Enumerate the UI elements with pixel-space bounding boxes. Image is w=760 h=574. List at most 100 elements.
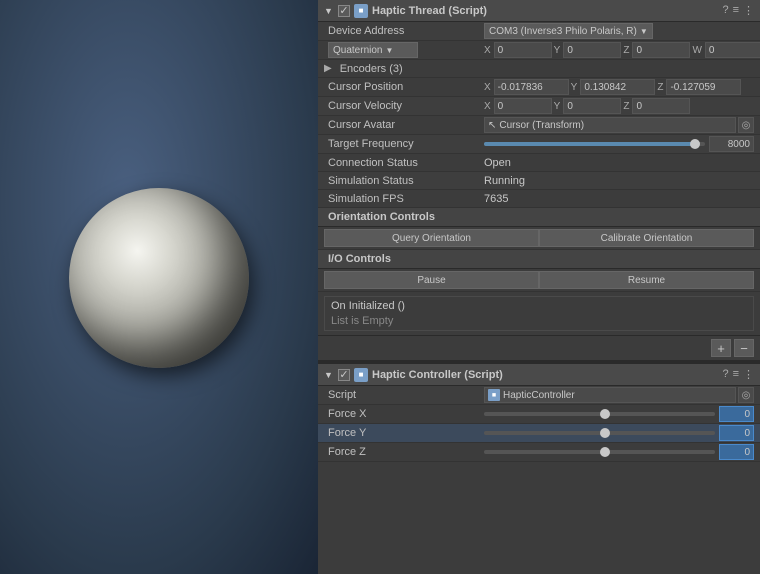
cursor-position-label: Cursor Position [324,81,484,93]
target-frequency-slider [484,136,754,152]
haptic-controller-header[interactable]: ▼ ✓ ■ Haptic Controller (Script) ? ≡ ⋮ [318,364,760,386]
script-object-field[interactable]: ■ HapticController [484,387,736,403]
cursor-avatar-label: Cursor Avatar [324,119,484,131]
list-empty-text: List is Empty [331,315,747,327]
inspector-panel: ▼ ✓ ■ Haptic Thread (Script) ? ≡ ⋮ Devic… [318,0,760,574]
cursor-position-xyz-group: X Y Z [484,79,741,95]
connection-status-value-area: Open [484,157,754,169]
resume-button[interactable]: Resume [539,271,754,289]
simulation-fps-label: Simulation FPS [324,193,484,205]
quaternion-xyzw-group: X Y Z W [484,42,760,58]
controller-script-icon: ■ [354,368,368,382]
target-frequency-label: Target Frequency [324,138,484,150]
device-address-value-area: COM3 (Inverse3 Philo Polaris, R) ▼ [484,23,754,39]
controller-settings-icon[interactable]: ≡ [733,368,739,381]
query-orientation-button[interactable]: Query Orientation [324,229,539,247]
help-icon[interactable]: ? [722,4,728,17]
force-x-track[interactable] [484,412,715,416]
pause-button[interactable]: Pause [324,271,539,289]
force-x-field[interactable] [719,406,754,422]
force-x-row: Force X [318,405,760,424]
force-x-value-area [484,406,754,422]
cursor-velocity-row: Cursor Velocity X Y Z [318,97,760,116]
cursor-velocity-y-field[interactable] [563,98,621,114]
force-z-track[interactable] [484,450,715,454]
device-address-dropdown[interactable]: COM3 (Inverse3 Philo Polaris, R) ▼ [484,23,653,39]
quaternion-y-field[interactable] [563,42,621,58]
settings-icon[interactable]: ≡ [733,4,739,17]
force-z-field[interactable] [719,444,754,460]
quaternion-w-field[interactable] [705,42,760,58]
component-title: Haptic Thread (Script) [372,5,718,17]
connection-status-value: Open [484,157,511,169]
cursor-avatar-row: Cursor Avatar ↖ Cursor (Transform) ◎ [318,116,760,135]
frequency-slider-thumb[interactable] [690,139,700,149]
orientation-controls-label: Orientation Controls [328,211,435,223]
device-address-text: COM3 (Inverse3 Philo Polaris, R) [489,26,637,37]
event-controls: + − [318,335,760,360]
force-x-thumb[interactable] [600,409,610,419]
controller-icons: ? ≡ ⋮ [722,368,754,381]
quaternion-text: Quaternion [333,45,382,56]
connection-status-label: Connection Status [324,157,484,169]
force-x-label: Force X [324,408,484,420]
quaternion-dropdown[interactable]: Quaternion ▼ [328,42,418,58]
add-event-button[interactable]: + [711,339,731,357]
quaternion-x-field[interactable] [494,42,552,58]
quaternion-z-field[interactable] [632,42,690,58]
script-target-button[interactable]: ◎ [738,387,754,403]
cursor-position-x-field[interactable] [494,79,569,95]
cursor-avatar-field[interactable]: ↖ Cursor (Transform) [484,117,736,133]
cursor-avatar-text: Cursor (Transform) [499,120,584,131]
cursor-target-button[interactable]: ◎ [738,117,754,133]
script-icon: ■ [354,4,368,18]
simulation-fps-value: 7635 [484,193,508,205]
cv-y-label: Y [554,101,561,112]
on-initialized-title: On Initialized () [331,300,747,312]
remove-event-button[interactable]: − [734,339,754,357]
cursor-velocity-label: Cursor Velocity [324,100,484,112]
haptic-thread-header[interactable]: ▼ ✓ ■ Haptic Thread (Script) ? ≡ ⋮ [318,0,760,22]
frequency-slider-track[interactable] [484,142,705,146]
force-y-field[interactable] [719,425,754,441]
encoders-label: Encoders (3) [336,63,403,75]
cursor-velocity-z-field[interactable] [632,98,690,114]
force-y-slider [484,425,754,441]
script-label: Script [324,389,484,401]
cursor-position-y-field[interactable] [580,79,655,95]
script-object-icon: ■ [488,389,500,401]
cursor-position-z-field[interactable] [666,79,741,95]
force-z-label: Force Z [324,446,484,458]
quaternion-label: Quaternion ▼ [324,42,484,58]
cursor-icon: ↖ [488,120,496,131]
y-label: Y [554,45,561,56]
encoders-arrow-icon: ▶ [324,63,332,74]
controller-more-icon[interactable]: ⋮ [743,368,754,381]
script-value-area: ■ HapticController ◎ [484,387,754,403]
encoders-row: ▶ Encoders (3) [318,60,760,78]
connection-status-row: Connection Status Open [318,154,760,172]
cp-y-label: Y [571,82,578,93]
cv-x-label: X [484,101,491,112]
w-label: W [692,45,701,56]
target-frequency-field[interactable] [709,136,754,152]
more-icon[interactable]: ⋮ [743,4,754,17]
target-frequency-value-area [484,136,754,152]
force-z-thumb[interactable] [600,447,610,457]
simulation-status-value: Running [484,175,525,187]
cursor-velocity-x-field[interactable] [494,98,552,114]
3d-sphere [69,188,249,368]
force-y-thumb[interactable] [600,428,610,438]
controller-help-icon[interactable]: ? [722,368,728,381]
io-buttons-row: Pause Resume [318,269,760,292]
viewport [0,0,318,574]
io-btn-group: Pause Resume [324,271,754,289]
target-frequency-row: Target Frequency [318,135,760,154]
controller-checkbox[interactable]: ✓ [338,369,350,381]
force-y-track[interactable] [484,431,715,435]
component-checkbox[interactable]: ✓ [338,5,350,17]
cp-z-label: Z [657,82,663,93]
orientation-btn-group: Query Orientation Calibrate Orientation [324,229,754,247]
calibrate-orientation-button[interactable]: Calibrate Orientation [539,229,754,247]
cp-x-label: X [484,82,491,93]
